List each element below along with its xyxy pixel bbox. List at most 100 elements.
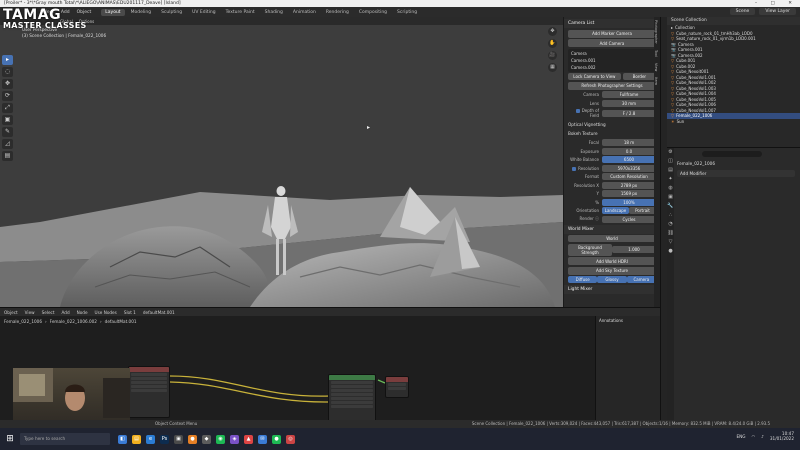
scale-icon[interactable]: ⤢ bbox=[2, 103, 13, 113]
modifier-tab-icon[interactable]: 🔧 bbox=[667, 202, 674, 211]
particles-tab-icon[interactable]: ∴ bbox=[667, 211, 674, 220]
data-tab-icon[interactable]: ▽ bbox=[667, 238, 674, 247]
window-controls[interactable]: – □ ✕ bbox=[755, 0, 798, 7]
taskbar-app-icon[interactable]: ✉ bbox=[258, 434, 267, 444]
add-camera-button[interactable]: Add Camera bbox=[568, 39, 656, 47]
tab-texture-paint[interactable]: Texture Paint bbox=[222, 9, 259, 16]
tab-compositing[interactable]: Compositing bbox=[355, 9, 391, 16]
npanel-tab-view[interactable]: View bbox=[654, 60, 658, 74]
portrait-button[interactable]: Portrait bbox=[629, 207, 656, 214]
annotate-icon[interactable]: ✎ bbox=[2, 127, 13, 137]
properties-search-input[interactable] bbox=[702, 151, 762, 157]
cursor-icon[interactable]: ◌ bbox=[2, 67, 13, 77]
taskbar-app-icon[interactable]: ▣ bbox=[174, 434, 183, 444]
npanel-tab-item[interactable]: Item bbox=[654, 74, 658, 88]
taskbar-app-icon[interactable]: ◈ bbox=[230, 434, 239, 444]
refresh-settings-button[interactable]: Refresh Photographer Settings bbox=[568, 81, 656, 90]
optical-vignetting[interactable]: Optical Vignetting bbox=[564, 120, 660, 129]
camera-preset[interactable]: Fullframe bbox=[602, 91, 656, 98]
move-icon[interactable]: ✥ bbox=[2, 79, 13, 89]
white-balance-field[interactable]: 6500 bbox=[602, 156, 656, 163]
taskbar-app-icon[interactable]: ◆ bbox=[202, 434, 211, 444]
object-tab-icon[interactable]: ▣ bbox=[667, 193, 674, 202]
resolution-field[interactable]: 5970x3356 bbox=[602, 164, 656, 172]
principled-bsdf-node[interactable] bbox=[328, 374, 376, 420]
pan-view-icon[interactable]: ✋ bbox=[548, 39, 557, 48]
glossy-toggle[interactable]: Glossy bbox=[597, 276, 627, 283]
transform-icon[interactable]: ▣ bbox=[2, 115, 13, 125]
border-toggle[interactable]: Border bbox=[622, 73, 656, 80]
view-layer-selector[interactable]: View Layer bbox=[759, 8, 796, 15]
landscape-button[interactable]: Landscape bbox=[602, 207, 629, 214]
3d-viewport[interactable]: ▸ Global Options User Perspective (3) Sce… bbox=[0, 17, 563, 307]
constraints-tab-icon[interactable]: ⛓ bbox=[667, 229, 674, 238]
select-icon[interactable]: ▸ bbox=[2, 55, 13, 65]
taskbar-app-icon[interactable]: Ps bbox=[160, 434, 169, 444]
fstop-field[interactable]: F / 2.8 bbox=[602, 109, 656, 117]
taskbar-app-icon[interactable]: ◉ bbox=[216, 434, 225, 444]
windows-start-icon[interactable]: ⊞ bbox=[4, 433, 16, 445]
taskbar-app-icon[interactable]: ● bbox=[188, 434, 197, 444]
light-mixer-header[interactable]: Light Mixer bbox=[564, 285, 660, 294]
focal-field[interactable]: 18 m bbox=[602, 139, 656, 146]
world-selector[interactable]: World bbox=[568, 235, 656, 242]
taskbar-app-icon[interactable]: ▲ bbox=[244, 434, 253, 444]
camera-list-header[interactable]: Camera List bbox=[564, 19, 660, 28]
camera-toggle[interactable]: Camera bbox=[626, 276, 656, 283]
taskbar-app-icon[interactable]: ◧ bbox=[118, 434, 127, 444]
resolution-y-field[interactable]: 1569 px bbox=[602, 190, 656, 197]
lens-field[interactable]: 30 mm bbox=[602, 99, 656, 107]
material-output-node[interactable] bbox=[385, 376, 409, 398]
taskbar-app-icon[interactable]: ● bbox=[272, 434, 281, 444]
ortho-view-icon[interactable]: ▦ bbox=[548, 63, 557, 72]
add-marker-camera-button[interactable]: Add Marker Camera bbox=[568, 29, 656, 38]
tab-layout[interactable]: Layout bbox=[101, 8, 125, 16]
rotate-icon[interactable]: ⟳ bbox=[2, 91, 13, 101]
camera-view-icon[interactable]: 🎥 bbox=[548, 51, 557, 60]
camera-list-item[interactable]: Camera bbox=[569, 50, 655, 57]
material-tab-icon[interactable]: ● bbox=[667, 247, 674, 256]
add-world-hdri-button[interactable]: Add World HDRI bbox=[568, 257, 656, 265]
measure-icon[interactable]: ◿ bbox=[2, 139, 13, 149]
resolution-x-field[interactable]: 2789 px bbox=[602, 181, 656, 189]
taskbar-app-icon[interactable]: ▤ bbox=[132, 434, 141, 444]
diffuse-toggle[interactable]: Diffuse bbox=[568, 276, 598, 283]
image-texture-node[interactable] bbox=[128, 366, 170, 418]
output-tab-icon[interactable]: ▤ bbox=[667, 166, 674, 175]
tab-uv-editing[interactable]: UV Editing bbox=[188, 9, 219, 16]
move-view-icon[interactable]: ✥ bbox=[548, 27, 557, 36]
dof-checkbox[interactable] bbox=[575, 109, 580, 113]
tab-shading[interactable]: Shading bbox=[261, 9, 287, 16]
language-indicator[interactable]: ENG bbox=[736, 434, 745, 439]
npanel-tab-tool[interactable]: Tool bbox=[654, 47, 658, 60]
wifi-icon[interactable]: ◠ bbox=[752, 434, 756, 439]
exposure-field[interactable]: 0.0 bbox=[602, 147, 656, 155]
add-cube-icon[interactable]: ▤ bbox=[2, 151, 13, 161]
tab-modeling[interactable]: Modeling bbox=[127, 9, 155, 16]
outliner-item[interactable]: ☀ Sun bbox=[667, 119, 800, 125]
add-sky-texture-button[interactable]: Add Sky Texture bbox=[568, 266, 656, 275]
taskbar-app-icon[interactable]: e bbox=[146, 434, 155, 444]
world-tab-icon[interactable]: ◍ bbox=[667, 184, 674, 193]
world-mixer-header[interactable]: World Mixer bbox=[564, 224, 660, 234]
camera-list-item[interactable]: Camera.001 bbox=[569, 57, 655, 64]
render-tab-icon[interactable]: ◫ bbox=[667, 157, 674, 166]
tool-tab-icon[interactable]: ⚙ bbox=[667, 148, 674, 157]
add-modifier-button[interactable]: Add Modifier bbox=[677, 170, 795, 177]
resolution-percent-field[interactable]: 100% bbox=[602, 198, 656, 206]
physics-tab-icon[interactable]: ◔ bbox=[667, 220, 674, 229]
tab-scripting[interactable]: Scripting bbox=[393, 9, 421, 16]
tab-rendering[interactable]: Rendering bbox=[322, 9, 353, 16]
render-engine[interactable]: Cycles bbox=[602, 215, 656, 223]
bokeh-texture[interactable]: Bokeh Texture bbox=[564, 129, 660, 138]
npanel-tab-photographer[interactable]: Photographer bbox=[654, 17, 658, 47]
tab-sculpting[interactable]: Sculpting bbox=[157, 9, 186, 16]
bg-strength-field[interactable]: 1.000 bbox=[612, 246, 656, 253]
taskbar-app-icon[interactable]: ◎ bbox=[286, 434, 295, 444]
volume-icon[interactable]: ♪ bbox=[761, 434, 764, 439]
format-select[interactable]: Custom Resolution bbox=[602, 173, 656, 180]
taskbar-search-input[interactable]: Type here to search bbox=[20, 433, 110, 445]
tab-animation[interactable]: Animation bbox=[289, 9, 320, 16]
clock[interactable]: 10:47 31/01/2022 bbox=[770, 431, 794, 441]
scene-tab-icon[interactable]: ✦ bbox=[667, 175, 674, 184]
